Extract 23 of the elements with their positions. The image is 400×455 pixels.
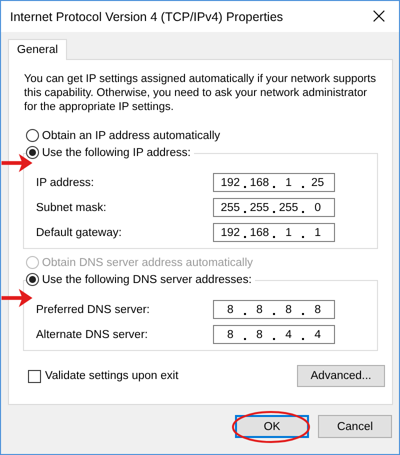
tab[interactable]: General <box>8 39 67 60</box>
field-label: Preferred DNS server: <box>36 304 150 316</box>
window-title: Internet Protocol Version 4 (TCP/IPv4) Properties <box>10 10 284 24</box>
field-label: Alternate DNS server: <box>36 328 148 340</box>
ip-address-field[interactable]: 192 168 1 1 <box>213 223 335 242</box>
ip-address-field[interactable]: 192 168 1 25 <box>213 173 335 192</box>
ip-address-field[interactable]: 8 8 4 4 <box>213 325 335 344</box>
field-label: IP address: <box>36 176 94 188</box>
cancel-button[interactable]: Cancel <box>318 415 392 438</box>
pointer-arrow <box>1 153 33 173</box>
ip-address-field[interactable]: 8 8 8 8 <box>213 300 335 319</box>
radio-option[interactable]: Obtain an IP address automatically <box>26 129 220 142</box>
close-button[interactable]: × <box>359 1 399 32</box>
pointer-arrow <box>1 288 33 308</box>
field-label: Default gateway: <box>36 226 122 238</box>
checkbox-option[interactable]: Validate settings upon exit <box>28 370 178 382</box>
radio-option[interactable]: Use the following DNS server addresses: <box>26 273 255 286</box>
description-text: You can get IP settings assigned automatically if your network supports this capability. Otherwise, you need to ask your network administrator for the appropriate IP settings. <box>24 72 377 114</box>
ok-button[interactable]: OK <box>235 415 309 438</box>
ip-address-field[interactable]: 255 255 255 0 <box>213 198 335 217</box>
radio-option[interactable]: Use the following IP address: <box>26 146 194 159</box>
advanced-button[interactable]: Advanced... <box>297 365 385 387</box>
field-label: Subnet mask: <box>36 202 106 214</box>
